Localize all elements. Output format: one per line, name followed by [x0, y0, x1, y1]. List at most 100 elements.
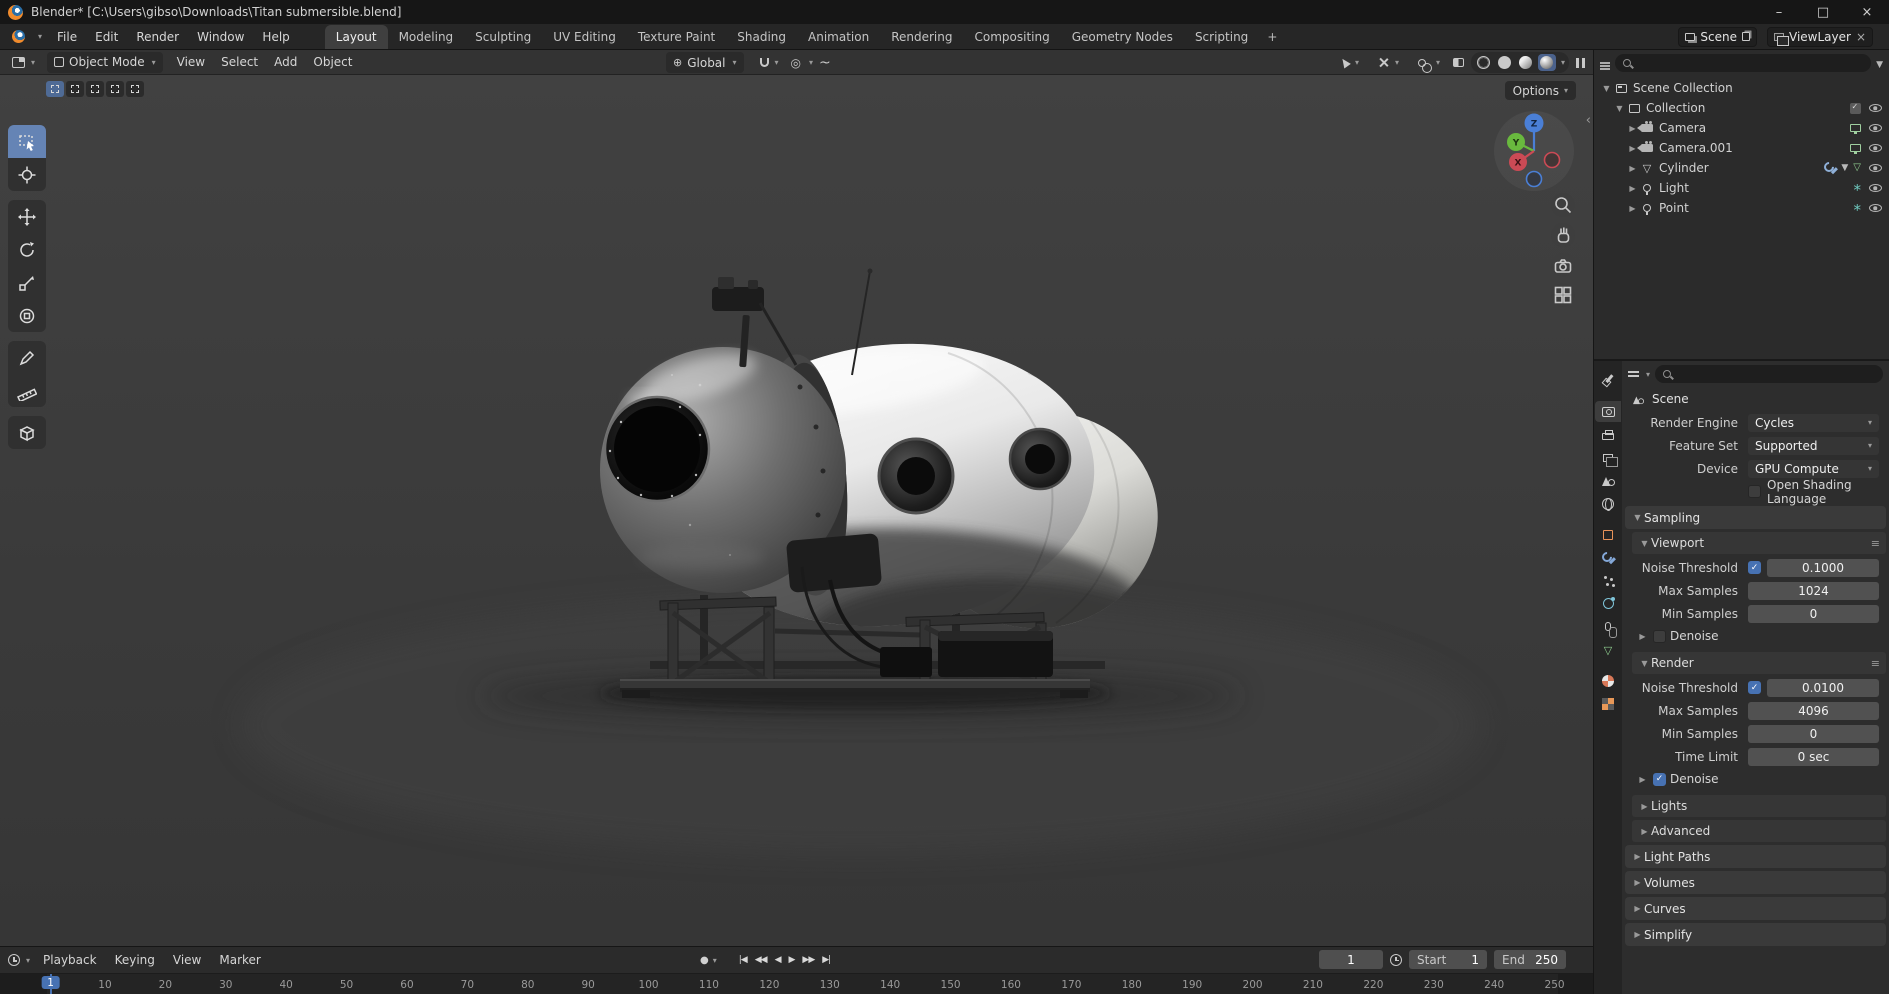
outliner-row[interactable]: ▶ Light [1594, 178, 1889, 198]
measure-tool[interactable] [8, 374, 46, 407]
move-tool[interactable] [8, 200, 46, 233]
minimize-button[interactable]: – [1757, 0, 1801, 24]
visibility-toggle[interactable] [1867, 124, 1883, 132]
visibility-toggle[interactable] [1867, 144, 1883, 152]
light-data-icon[interactable] [1854, 204, 1862, 212]
viewport-menu-item[interactable]: Add [266, 52, 305, 73]
viewport-max-samples-field[interactable]: 1024 [1748, 581, 1879, 600]
visibility-toggle[interactable] [1867, 184, 1883, 192]
disclosure-icon[interactable]: ▶ [1626, 184, 1639, 193]
subpanel-render[interactable]: ▼ Render ≡ [1632, 652, 1886, 674]
workspace-tab[interactable]: Texture Paint [627, 25, 726, 49]
annotate-tool[interactable] [8, 341, 46, 374]
visibility-toggle[interactable] [1867, 164, 1883, 172]
orthographic-toggle-button[interactable] [1551, 283, 1575, 307]
tab-object-data[interactable] [1595, 639, 1621, 660]
clock-icon[interactable] [1390, 953, 1402, 966]
mesh-data-icon[interactable] [1853, 163, 1861, 173]
pause-icon[interactable] [1576, 57, 1585, 68]
navigation-gizmo[interactable]: Z Y X [1492, 109, 1576, 196]
properties-search-input[interactable] [1655, 365, 1883, 383]
subpanel-lights[interactable]: ▶ Lights [1632, 795, 1886, 817]
osl-checkbox[interactable] [1748, 485, 1761, 498]
viewport-noise-threshold-field[interactable]: 0.1000 [1767, 558, 1879, 577]
falloff-icon[interactable]: ~ [819, 55, 831, 71]
render-denoise-checkbox[interactable]: ✓ [1653, 772, 1666, 786]
menu-item[interactable]: Help [253, 26, 298, 48]
tab-material[interactable] [1595, 670, 1621, 691]
outliner-row[interactable]: ▼ Collection [1594, 98, 1889, 118]
visibility-toggle[interactable] [1867, 204, 1883, 212]
viewport-menu-item[interactable]: View [169, 52, 213, 73]
outliner-row[interactable]: ▶ Camera.001 [1594, 138, 1889, 158]
menu-item[interactable]: File [48, 26, 86, 48]
zoom-button[interactable] [1551, 193, 1575, 217]
wrench-icon[interactable] [1824, 162, 1836, 174]
workspace-tab[interactable]: Animation [797, 25, 880, 49]
properties-panel[interactable]: ▶ Simplify [1625, 923, 1886, 946]
overlays-dropdown[interactable]: ▾ [1412, 52, 1446, 73]
outliner-row[interactable]: ▶ Cylinder [1594, 158, 1889, 178]
selectability-dropdown[interactable]: ▾ [1335, 52, 1365, 73]
workspace-tab[interactable]: Sculpting [464, 25, 542, 49]
current-frame-badge[interactable]: 1 [41, 976, 60, 989]
device-dropdown[interactable]: GPU Compute ▾ [1748, 459, 1879, 478]
workspace-tab[interactable]: Modeling [388, 25, 465, 49]
render-noise-threshold-field[interactable]: 0.0100 [1767, 678, 1879, 697]
screen-icon[interactable] [1850, 144, 1861, 154]
tab-object[interactable] [1595, 524, 1621, 545]
outliner-search-input[interactable] [1615, 54, 1872, 72]
transport-button[interactable]: ◀◀ [751, 950, 771, 970]
select-mode-subtract-button[interactable] [86, 81, 104, 97]
current-frame-field[interactable]: 1 [1319, 950, 1383, 969]
transport-button[interactable]: ▶| [818, 950, 834, 970]
sidebar-collapse-icon[interactable]: ‹ [1586, 113, 1591, 128]
workspace-tab[interactable]: Layout [324, 25, 388, 49]
feature-set-dropdown[interactable]: Supported ▾ [1748, 436, 1879, 455]
properties-panel[interactable]: ▶ Volumes [1625, 871, 1886, 894]
xray-toggle-icon[interactable] [1452, 58, 1464, 67]
noise-threshold-checkbox[interactable]: ✓ [1748, 561, 1761, 574]
pan-button[interactable] [1551, 223, 1575, 247]
remove-view-layer-icon[interactable]: × [1856, 30, 1866, 44]
rotate-tool[interactable] [8, 233, 46, 266]
workspace-tab[interactable]: Scripting [1184, 25, 1259, 49]
render-denoise-panel[interactable]: ▶ ✓ Denoise [1622, 768, 1889, 790]
disclosure-icon[interactable]: ▼ [1600, 84, 1613, 93]
timeline-menu-item[interactable]: Marker [210, 949, 269, 971]
checkbox-icon[interactable] [1850, 102, 1861, 114]
tab-render[interactable] [1595, 401, 1621, 422]
tab-output[interactable] [1595, 424, 1621, 445]
mode-dropdown[interactable]: Object Mode ▾ [47, 51, 163, 73]
viewport-min-samples-field[interactable]: 0 [1748, 604, 1879, 623]
new-scene-icon[interactable] [1742, 32, 1750, 41]
render-max-samples-field[interactable]: 4096 [1748, 701, 1879, 720]
editor-type-button[interactable]: ▾ [6, 52, 41, 73]
screen-icon[interactable] [1850, 124, 1861, 134]
tab-physics[interactable] [1595, 593, 1621, 614]
tab-texture[interactable] [1595, 693, 1621, 714]
gizmos-dropdown[interactable]: ▾ [1372, 52, 1405, 73]
filter-icon[interactable] [1876, 56, 1883, 70]
add-cube-tool[interactable] [8, 416, 46, 449]
light-data-icon[interactable] [1854, 184, 1862, 192]
panel-menu-icon[interactable]: ≡ [1871, 657, 1880, 670]
transport-button[interactable]: ▶ [784, 950, 798, 970]
select-mode-new-button[interactable] [46, 81, 64, 97]
render-engine-dropdown[interactable]: Cycles ▾ [1748, 413, 1879, 432]
time-limit-field[interactable]: 0 sec [1748, 747, 1879, 766]
cursor-tool[interactable] [8, 158, 46, 191]
select-mode-extend-button[interactable] [66, 81, 84, 97]
funnel-icon[interactable] [1841, 163, 1848, 173]
workspace-tab[interactable]: Geometry Nodes [1061, 25, 1184, 49]
close-button[interactable]: × [1845, 0, 1889, 24]
add-workspace-button[interactable]: + [1259, 30, 1285, 44]
render-min-samples-field[interactable]: 0 [1748, 724, 1879, 743]
outliner-row[interactable]: ▶ Camera [1594, 118, 1889, 138]
shading-wireframe-button[interactable] [1475, 54, 1493, 71]
workspace-tab[interactable]: Compositing [963, 25, 1060, 49]
start-frame-field[interactable]: Start 1 [1409, 950, 1487, 969]
tab-tool[interactable] [1595, 370, 1621, 391]
select-box-tool[interactable] [8, 125, 46, 158]
timeline-editor-icon[interactable] [8, 954, 20, 966]
